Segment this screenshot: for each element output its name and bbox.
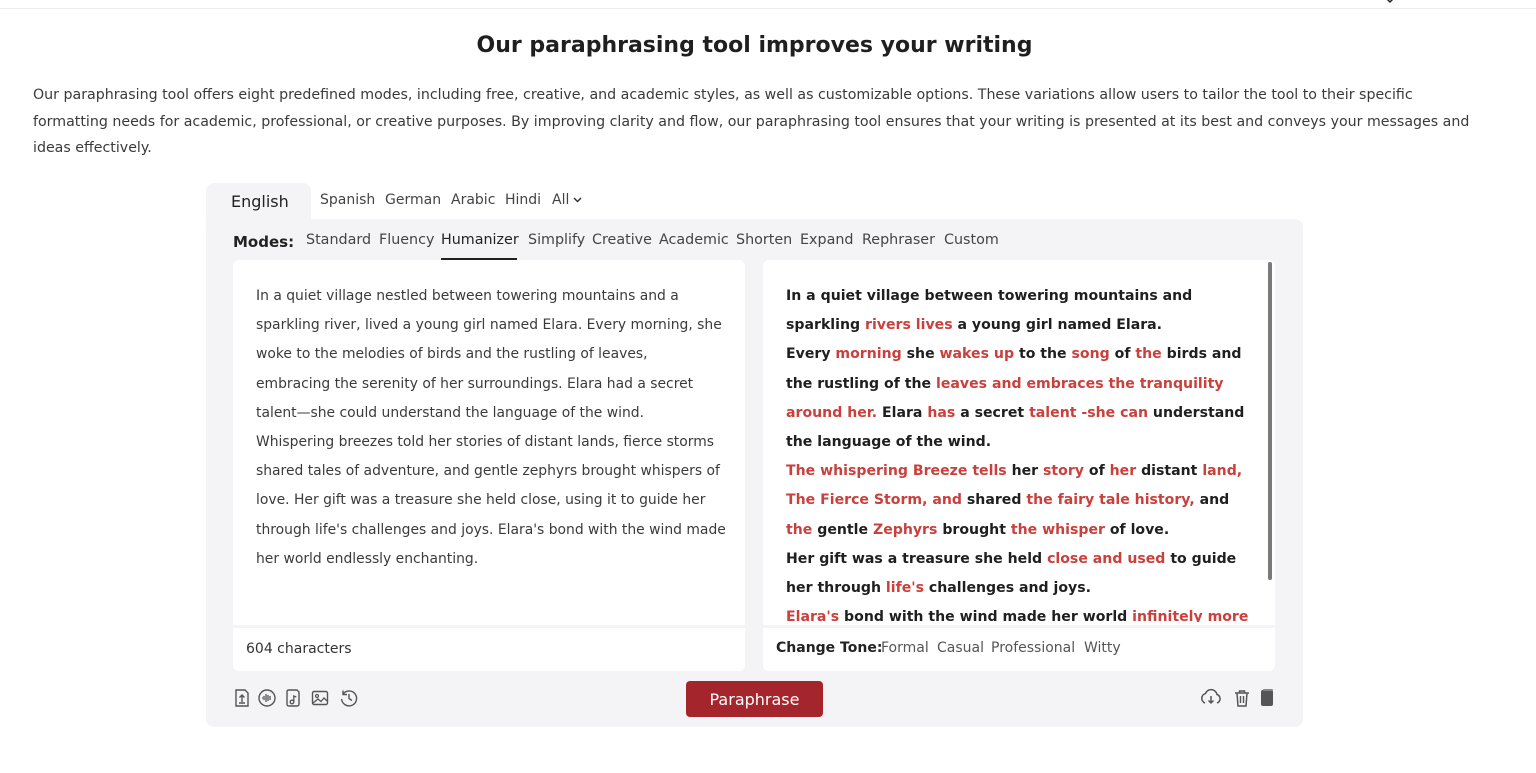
language-dropdown-all[interactable]: All [552,192,582,208]
unchanged-phrase: a young girl named Elara. [952,317,1163,334]
header-caret-icon [1386,0,1394,4]
output-scrollbar[interactable] [1268,262,1272,580]
mode-tab-rephraser[interactable]: Rephraser [862,232,935,248]
character-count: 604 characters [246,641,352,657]
tone-casual[interactable]: Casual [937,640,984,656]
page-title: Our paraphrasing tool improves your writ… [476,33,1033,58]
output-paragraph: Her gift was a treasure she held close a… [786,545,1251,603]
changed-phrase[interactable]: song [1072,346,1110,362]
changed-phrase[interactable]: Zephyrs [873,522,937,538]
history-icon[interactable] [339,688,359,708]
mode-tab-simplify[interactable]: Simplify [528,232,585,248]
mode-tab-fluency[interactable]: Fluency [379,232,434,248]
changed-phrase[interactable]: The whispering Breeze tells [786,463,1007,479]
language-tab-arabic[interactable]: Arabic [451,192,495,208]
output-paragraph: In a quiet village between towering moun… [786,282,1251,340]
unchanged-phrase: her [1006,463,1044,480]
change-tone-label: Change Tone: [776,640,883,656]
delete-icon[interactable] [1232,688,1252,708]
unchanged-phrase: Elara [877,404,928,421]
upload-file-icon[interactable] [232,688,252,708]
changed-phrase[interactable]: close and used [1047,551,1165,567]
changed-phrase[interactable]: wakes up [940,346,1015,362]
changed-phrase[interactable]: morning [835,346,901,362]
output-panel: In a quiet village between towering moun… [763,260,1275,671]
unchanged-phrase: of [1083,463,1110,480]
unchanged-phrase: and [1194,492,1230,509]
language-tab-hindi[interactable]: Hindi [505,192,541,208]
changed-phrase[interactable]: the [1135,346,1161,362]
changed-phrase[interactable]: infinitely more [1132,609,1248,622]
mode-tab-shorten[interactable]: Shorten [736,232,792,248]
audio-file-icon[interactable] [283,688,303,708]
image-upload-icon[interactable] [310,688,330,708]
copy-icon[interactable] [1257,688,1277,708]
mode-tab-expand[interactable]: Expand [800,232,853,248]
changed-phrase[interactable]: the fairy tale history, [1026,492,1194,508]
language-tab-english[interactable]: English [231,192,289,211]
output-text[interactable]: In a quiet village between towering moun… [786,282,1251,622]
language-all-label: All [552,192,570,208]
tone-professional[interactable]: Professional [991,640,1075,656]
unchanged-phrase: to the [1014,346,1072,363]
changed-phrase[interactable]: the [786,522,812,538]
paraphrase-button[interactable]: Paraphrase [686,681,823,717]
changed-phrase[interactable]: life's [886,580,924,596]
output-paragraph: The whispering Breeze tells her story of… [786,457,1251,545]
download-icon[interactable] [1199,688,1223,708]
language-tab-german[interactable]: German [385,192,441,208]
unchanged-phrase: challenges and joys. [923,580,1091,597]
output-paragraph: Elara's bond with the wind made her worl… [786,603,1251,622]
changed-phrase[interactable]: has [927,405,955,421]
unchanged-phrase: she [901,346,940,363]
unchanged-phrase: Every [786,346,836,363]
mode-tab-custom[interactable]: Custom [944,232,999,248]
unchanged-phrase: a secret [955,404,1030,421]
changed-phrase[interactable]: story [1043,463,1084,479]
changed-phrase[interactable]: the whisper [1011,522,1105,538]
chevron-down-icon [573,197,582,203]
top-divider [0,8,1536,9]
unchanged-phrase: shared [962,492,1027,509]
changed-phrase[interactable]: talent -she can [1029,405,1148,421]
output-paragraph: Every morning she wakes up to the song o… [786,340,1251,457]
changed-phrase[interactable]: her [1110,463,1137,479]
tone-formal[interactable]: Formal [881,640,929,656]
mode-tab-academic[interactable]: Academic [659,232,729,248]
output-footer-divider [763,625,1275,628]
mode-tab-humanizer[interactable]: Humanizer [441,232,519,248]
paraphrasing-tool: English Spanish German Arabic Hindi All … [206,183,1303,727]
unchanged-phrase: gentle [812,521,873,538]
unchanged-phrase: Her gift was a treasure she held [786,550,1048,567]
changed-phrase[interactable]: Elara's [786,609,839,622]
voice-input-icon[interactable] [257,688,277,708]
language-tab-spanish[interactable]: Spanish [320,192,375,208]
mode-tab-creative[interactable]: Creative [592,232,652,248]
input-panel[interactable]: In a quiet village nestled between tower… [233,260,745,671]
modes-label: Modes: [233,233,295,251]
unchanged-phrase: of [1109,346,1136,363]
input-footer-divider [233,625,745,628]
intro-paragraph: Our paraphrasing tool offers eight prede… [33,87,1470,156]
unchanged-phrase: of love. [1104,521,1170,538]
unchanged-phrase: brought [937,521,1011,538]
unchanged-phrase: distant [1136,463,1203,480]
mode-tab-standard[interactable]: Standard [306,232,371,248]
changed-phrase[interactable]: rivers lives [865,317,953,333]
unchanged-phrase: bond with the wind made her world [839,609,1133,622]
tone-witty[interactable]: Witty [1084,640,1121,656]
input-text-area[interactable]: In a quiet village nestled between tower… [256,282,726,574]
